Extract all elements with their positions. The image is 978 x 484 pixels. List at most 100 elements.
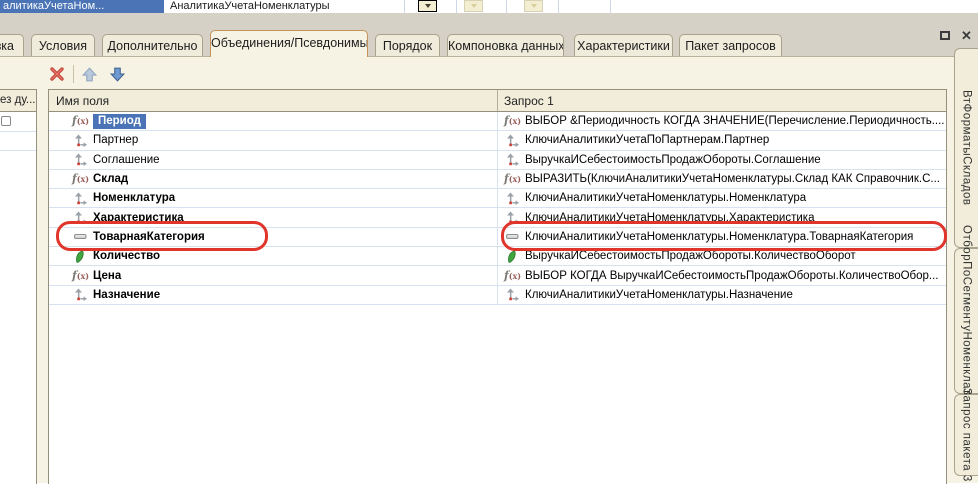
table-row[interactable]: Партнер КлючиАналитикиУчетаПоПартнерам.Па… (49, 131, 946, 150)
function-icon: f(x) (72, 114, 89, 128)
query1-value-cell[interactable]: КлючиАналитикиУчетаНоменклатуры.Характер… (498, 208, 946, 226)
field-name-cell[interactable]: Партнер (49, 131, 498, 149)
function-icon: f(x) (72, 269, 89, 283)
table-row[interactable]: f(x)Ценаf(x)ВЫБОР КОГДА ВыручкаИСебестои… (49, 266, 946, 285)
background-selected-cell[interactable]: алитикаУчетаНом... (0, 0, 164, 13)
query1-value-cell[interactable]: ВыручкаИСебестоимостьПродажОбороты.Колич… (498, 247, 946, 265)
query1-value-text: КлючиАналитикиУчетаНоменклатуры.Назначен… (525, 289, 793, 301)
field-name-cell[interactable]: Характеристика (49, 208, 498, 226)
field-name-cell[interactable]: ТоварнаяКатегория (49, 228, 498, 246)
fx-icon-holder: f(x) (505, 115, 520, 128)
side-tab-2[interactable]: ОтборПоСегментуНоменклатуры (954, 248, 978, 394)
side-tab-3[interactable]: Запрос пакета 3 (954, 394, 978, 476)
side-tab-1[interactable]: ВтФорматыСкладов (954, 48, 978, 248)
measure-icon (506, 250, 519, 263)
table-row[interactable]: Номенклатура КлючиАналитикиУчетаНоменклат… (49, 189, 946, 208)
dropdown-button[interactable] (524, 0, 543, 12)
aliases-table: Имя поля Запрос 1 f(x)Периодf(x)ВЫБОР &П… (48, 89, 947, 484)
fx-icon-holder: f(x) (73, 115, 88, 128)
tab-Дополнительно[interactable]: Дополнительно (102, 34, 203, 57)
field-name-text: Соглашение (93, 154, 160, 166)
field-name-cell[interactable]: Назначение (49, 286, 498, 304)
query1-value-text: ВЫРАЗИТЬ(КлючиАналитикиУчетаНоменклатуры… (525, 173, 940, 185)
grid-line (610, 0, 611, 13)
query1-value-cell[interactable]: КлючиАналитикиУчетаНоменклатуры.Назначен… (498, 286, 946, 304)
query1-value-text: КлючиАналитикиУчетаНоменклатуры.Номенкла… (525, 231, 913, 243)
field-icon (506, 153, 519, 166)
side-tab-label: Запрос пакета 3 (961, 388, 973, 482)
grid-line (0, 150, 36, 151)
background-cell-text[interactable]: АналитикаУчетаНоменклатуры (170, 0, 330, 13)
minus-icon (506, 230, 519, 243)
fx-icon-holder: f(x) (505, 173, 520, 186)
table-row[interactable]: ТоварнаяКатегория КлючиАналитикиУчетаНоме… (49, 228, 946, 247)
table-row[interactable]: Назначение КлючиАналитикиУчетаНоменклатур… (49, 286, 946, 305)
field-name-cell[interactable]: f(x)Цена (49, 266, 498, 284)
query1-value-text: ВыручкаИСебестоимостьПродажОбороты.Колич… (525, 250, 856, 262)
close-button[interactable]: ✕ (958, 28, 975, 43)
tab-partial[interactable]: зка (0, 34, 24, 57)
tab-Пакет запросов[interactable]: Пакет запросов (679, 34, 782, 57)
table-row[interactable]: ХарактеристикаКлючиАналитикиУчетаНоменкл… (49, 208, 946, 227)
table-row[interactable]: Количество ВыручкаИСебестоимостьПродажОбо… (49, 247, 946, 266)
query1-value-cell[interactable]: КлючиАналитикиУчетаПоПартнерам.Партнер (498, 131, 946, 149)
function-icon: f(x) (504, 172, 521, 186)
query1-value-cell[interactable]: КлючиАналитикиУчетаНоменклатуры.Номенкла… (498, 228, 946, 246)
tab-Порядок[interactable]: Порядок (375, 34, 440, 57)
tab-Условия[interactable]: Условия (31, 34, 95, 57)
fx-icon-holder: f(x) (73, 269, 88, 282)
close-icon: ✕ (961, 28, 972, 43)
query1-value-cell[interactable]: f(x)ВЫБОР &Периодичность КОГДА ЗНАЧЕНИЕ(… (498, 112, 946, 130)
field-icon (506, 134, 519, 147)
query1-value-text: ВЫБОР КОГДА ВыручкаИСебестоимостьПродажО… (525, 270, 939, 282)
query1-value-cell[interactable]: ВыручкаИСебестоимостьПродажОбороты.Согла… (498, 151, 946, 169)
table-row[interactable]: Соглашение ВыручкаИСебестоимостьПродажОбо… (49, 151, 946, 170)
field-name-text: Склад (93, 173, 128, 185)
column-header-field-name[interactable]: Имя поля (49, 90, 498, 111)
query1-value-cell[interactable]: КлючиАналитикиУчетаНоменклатуры.Номенкла… (498, 189, 946, 207)
measure-icon-holder (505, 250, 520, 263)
query1-value-cell[interactable]: f(x)ВЫБОР КОГДА ВыручкаИСебестоимостьПро… (498, 266, 946, 284)
field-icon-holder (73, 192, 88, 205)
delete-button[interactable] (48, 65, 66, 83)
move-down-button[interactable] (108, 65, 126, 83)
table-row[interactable]: f(x) Склад f(x) ВЫРАЗИТЬ(КлючиАналитикиУчет… (49, 170, 946, 189)
maximize-icon (940, 31, 950, 40)
column-header-query1[interactable]: Запрос 1 (498, 90, 946, 111)
dropdown-button[interactable] (464, 0, 483, 12)
field-icon-holder (73, 153, 88, 166)
side-tab-label: ВтФорматыСкладов (961, 90, 973, 205)
field-name-text: Назначение (93, 289, 160, 301)
fx-icon-holder: f(x) (73, 173, 88, 186)
query1-value-text: КлючиАналитикиУчетаНоменклатуры.Номенкла… (525, 192, 806, 204)
field-icon (506, 288, 519, 301)
tab-Характеристики[interactable]: Характеристики (574, 34, 673, 57)
field-icon (74, 211, 87, 224)
grid-line (456, 0, 457, 13)
move-up-button[interactable] (80, 65, 98, 83)
minus-icon-holder (73, 230, 88, 243)
maximize-button[interactable] (936, 28, 953, 43)
field-name-text: Количество (93, 250, 160, 262)
dropdown-button[interactable] (418, 0, 437, 12)
field-name-cell[interactable]: Количество (49, 247, 498, 265)
field-name-cell[interactable]: f(x) Склад (49, 170, 498, 188)
table-body: f(x)Периодf(x)ВЫБОР &Периодичность КОГДА… (49, 112, 946, 305)
field-icon-holder (505, 211, 520, 224)
minus-icon-holder (505, 230, 520, 243)
tab-Компоновка данных[interactable]: Компоновка данных (447, 34, 564, 57)
no-duplicates-checkbox[interactable] (1, 116, 11, 126)
table-row[interactable]: f(x)Периодf(x)ВЫБОР &Периодичность КОГДА… (49, 112, 946, 131)
field-icon (506, 211, 519, 224)
field-name-cell[interactable]: Номенклатура (49, 189, 498, 207)
tab-Объединения/Псевдонимы[interactable]: Объединения/Псевдонимы (210, 30, 368, 57)
background-table-row[interactable]: алитикаУчетаНом... АналитикаУчетаНоменкл… (0, 0, 978, 13)
field-name-cell[interactable]: f(x)Период (49, 112, 498, 130)
query1-value-cell[interactable]: f(x) ВЫРАЗИТЬ(КлючиАналитикиУчетаНоменкла… (498, 170, 946, 188)
field-name-cell[interactable]: Соглашение (49, 151, 498, 169)
field-icon (506, 192, 519, 205)
query1-value-text: КлючиАналитикиУчетаПоПартнерам.Партнер (525, 134, 769, 146)
dropdown-arrow-icon (425, 4, 431, 8)
query-designer-window: { "background_row": { "selected_text": "… (0, 0, 978, 483)
field-icon-holder (505, 134, 520, 147)
